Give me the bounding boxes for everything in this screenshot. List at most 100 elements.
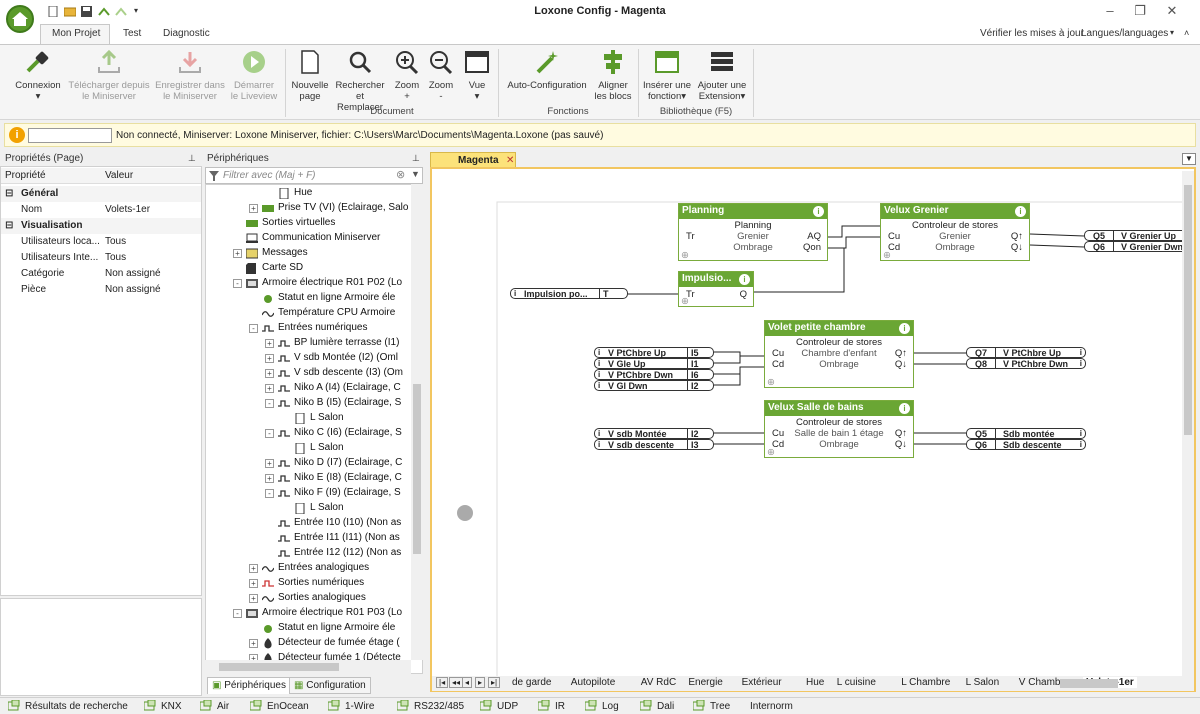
add-port-icon[interactable]: ⊕ (681, 296, 689, 307)
block-velux-grenier[interactable]: Velux Grenier i Controleur de stores Cu Cd Gr… (880, 203, 1030, 261)
upload-icon[interactable] (98, 6, 110, 17)
add-extension-button[interactable]: Ajouter une Extension▾ (694, 49, 750, 102)
wire[interactable] (714, 351, 764, 357)
tree-expander-icon[interactable]: + (249, 579, 258, 588)
block-output-port[interactable]: Q↑ (895, 348, 907, 359)
tree-expander-icon[interactable]: + (265, 474, 274, 483)
tree-expander-icon[interactable]: + (249, 564, 258, 573)
input-5[interactable]: i V sdb descente I3 (594, 439, 714, 450)
block-info-icon[interactable]: i (899, 403, 910, 414)
page-tab[interactable]: L Chambre (901, 677, 950, 688)
tree-item[interactable]: - Niko B (I5) (Eclairage, S (206, 396, 422, 411)
tree-expander-icon[interactable]: + (249, 204, 258, 213)
language-dropdown-icon[interactable]: ▾ (1170, 28, 1174, 37)
document-tab-magenta[interactable]: Magenta ✕ (430, 152, 516, 168)
tree-item[interactable]: Entrée I10 (I10) (Non as (206, 516, 422, 531)
pin-icon[interactable]: ⊥ (412, 153, 420, 164)
block-output-port[interactable]: Q↓ (895, 359, 907, 370)
tab-peripheriques[interactable]: ▣ Périphériques (207, 677, 291, 694)
tree-item[interactable]: Communication Miniserver (206, 231, 422, 246)
output-5[interactable]: Q6 Sdb descente i (966, 439, 1086, 450)
canvas-vertical-scrollbar[interactable] (1182, 171, 1194, 676)
tree-item[interactable]: + Sorties numériques (206, 576, 422, 591)
add-port-icon[interactable]: ⊕ (767, 447, 775, 458)
tree-expander-icon[interactable]: + (249, 639, 258, 648)
tree-item[interactable]: + Niko E (I8) (Eclairage, C (206, 471, 422, 486)
tree-expander-icon[interactable]: + (265, 354, 274, 363)
block-output-port[interactable]: Q↑ (895, 428, 907, 439)
tree-filter-input[interactable]: Filtrer avec (Maj + F) ⊗ ▼ (205, 167, 423, 184)
tree-expander-icon[interactable]: + (233, 249, 242, 258)
page-tab[interactable]: Energie (688, 677, 722, 688)
connexion-button[interactable]: Connexion ▾ (10, 49, 66, 102)
page-tab[interactable]: L Salon (966, 677, 1000, 688)
tree-item[interactable]: + V sdb Montée (I2) (Oml (206, 351, 422, 366)
canvas-scroll-thumb[interactable] (1184, 185, 1192, 435)
tree-expander-icon[interactable]: - (233, 609, 242, 618)
language-menu[interactable]: Langues/languages (1081, 28, 1168, 39)
insert-function-button[interactable]: Insérer une fonction▾ (641, 49, 693, 102)
clear-filter-icon[interactable]: ⊗ (396, 168, 405, 181)
tabs-dropdown-icon[interactable]: ▼ (1182, 153, 1196, 165)
tree-item[interactable]: + Entrées analogiques (206, 561, 422, 576)
wire[interactable] (714, 366, 764, 375)
zoom-in-button[interactable]: Zoom + (390, 49, 424, 102)
page-tabs-scroll-thumb[interactable] (1060, 679, 1118, 688)
tree-item[interactable]: Statut en ligne Armoire éle (206, 291, 422, 306)
tree-item[interactable]: L Salon (206, 441, 422, 456)
tree-expander-icon[interactable]: + (265, 339, 274, 348)
block-volet-chambre[interactable]: Volet petite chambre i Controleur de store… (764, 320, 914, 388)
wire[interactable] (1029, 233, 1085, 237)
logic-canvas[interactable]: Planning i Planning Tr Grenier Ombrage AQ Qon ⊕ V… (434, 171, 1182, 676)
tree-expander-icon[interactable]: + (265, 459, 274, 468)
tree-item[interactable]: + Messages (206, 246, 422, 261)
block-velux-sdb[interactable]: Velux Salle de bains i Controleur de store… (764, 400, 914, 458)
tree-item[interactable]: Statut en ligne Armoire éle (206, 621, 422, 636)
wire[interactable] (828, 236, 880, 249)
search-replace-button[interactable]: Rechercher et Remplacer (332, 49, 388, 113)
new-page-button[interactable]: Nouvelle page (288, 49, 332, 102)
block-info-icon[interactable]: i (813, 206, 824, 217)
output-3[interactable]: Q8 V PtChbre Dwn i (966, 358, 1086, 369)
block-impulsion[interactable]: Impulsio... i Tr Q ⊕ (678, 271, 754, 307)
impulsion-input[interactable]: i Impulsion po... T (510, 288, 628, 299)
close-tab-icon[interactable]: ✕ (506, 155, 514, 166)
block-output-port[interactable]: Qon (803, 242, 821, 253)
block-info-icon[interactable]: i (899, 323, 910, 334)
block-output-port[interactable]: Q (740, 289, 747, 300)
ribbon-collapse-icon[interactable]: ˄ (1184, 28, 1189, 38)
tree-expander-icon[interactable]: - (265, 489, 274, 498)
tree-item[interactable]: Température CPU Armoire (206, 306, 422, 321)
minimize-button[interactable]: – (1100, 3, 1120, 19)
tree-expander-icon[interactable]: - (265, 429, 274, 438)
tree-item[interactable]: L Salon (206, 501, 422, 516)
tree-item[interactable]: - Niko F (I9) (Eclairage, S (206, 486, 422, 501)
tree-item[interactable]: Carte SD (206, 261, 422, 276)
tab-configuration[interactable]: ▦ Configuration (289, 677, 371, 694)
wire[interactable] (828, 225, 880, 238)
block-planning[interactable]: Planning i Planning Tr Grenier Ombrage AQ Qon ⊕ (678, 203, 828, 261)
tree-expander-icon[interactable]: - (233, 279, 242, 288)
property-row-internet-users[interactable]: Utilisateurs Inte... Tous (1, 250, 201, 266)
page-nav-icon[interactable]: ◂◂ (449, 677, 464, 688)
add-port-icon[interactable]: ⊕ (681, 250, 689, 261)
output-1[interactable]: Q6V Grenier Dwni (1084, 241, 1182, 252)
input-4[interactable]: i V sdb Montée I2 (594, 428, 714, 439)
block-output-port[interactable]: Q↓ (895, 439, 907, 450)
property-row-name[interactable]: Nom Volets-1er (1, 202, 201, 218)
wire[interactable] (714, 367, 741, 386)
tree-item[interactable]: Entrée I11 (I11) (Non as (206, 531, 422, 546)
page-nav-icon[interactable]: |◂ (436, 677, 449, 688)
tree-vertical-scrollbar[interactable] (411, 184, 423, 660)
block-output-port[interactable]: Q↓ (1011, 242, 1023, 253)
block-info-icon[interactable]: i (739, 274, 750, 285)
input-1[interactable]: i V Gle Up I1 (594, 358, 714, 369)
close-button[interactable]: ✕ (1162, 3, 1182, 19)
tree-item[interactable]: + Niko D (I7) (Eclairage, C (206, 456, 422, 471)
tree-item[interactable]: - Armoire électrique R01 P02 (Lo (206, 276, 422, 291)
tree-item[interactable]: - Armoire électrique R01 P03 (Lo (206, 606, 422, 621)
property-row-local-users[interactable]: Utilisateurs loca... Tous (1, 234, 201, 250)
quick-access-dropdown-icon[interactable]: ▾ (134, 6, 146, 17)
input-3[interactable]: i V Gl Dwn I2 (594, 380, 714, 391)
block-output-port[interactable]: AQ (807, 231, 821, 242)
